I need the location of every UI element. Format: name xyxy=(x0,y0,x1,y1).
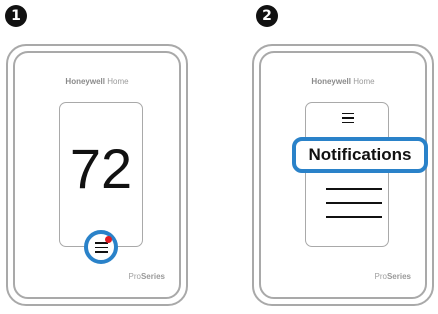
notification-dot-icon xyxy=(105,236,112,243)
menu-button[interactable] xyxy=(84,230,118,264)
brand-name: Honeywell xyxy=(65,77,105,86)
brand-name: Honeywell xyxy=(311,77,351,86)
list-item xyxy=(326,216,382,218)
brand-suffix: Home xyxy=(105,77,129,86)
menu-list-placeholder xyxy=(326,188,382,230)
step-number-badge: 2 xyxy=(256,5,278,27)
thermostat-screen: Notifications xyxy=(292,102,428,247)
notifications-menu-item[interactable]: Notifications xyxy=(292,137,428,173)
menu-icon xyxy=(95,242,108,253)
thermostat-bezel: Honeywell Home 72 ProSeries xyxy=(13,51,181,299)
thermostat-device: Honeywell Home Notifications ProSeries xyxy=(252,44,434,306)
thermostat-bezel: Honeywell Home Notifications ProSeries xyxy=(259,51,428,299)
brand-logo: Honeywell Home xyxy=(261,77,425,86)
series-label: ProSeries xyxy=(129,272,165,281)
series-prefix: Pro xyxy=(374,272,387,281)
list-item xyxy=(326,188,382,190)
menu-icon xyxy=(342,113,354,124)
series-label: ProSeries xyxy=(375,272,411,281)
series-prefix: Pro xyxy=(128,272,141,281)
thermostat-screen: 72 xyxy=(59,102,143,264)
thermostat-device: Honeywell Home 72 ProSeries xyxy=(6,44,188,306)
temperature-readout: 72 xyxy=(69,137,133,200)
step-number-badge: 1 xyxy=(5,5,27,27)
series-name: Series xyxy=(386,272,411,281)
brand-suffix: Home xyxy=(351,77,375,86)
list-item xyxy=(326,202,382,204)
brand-logo: Honeywell Home xyxy=(15,77,179,86)
series-name: Series xyxy=(140,272,165,281)
